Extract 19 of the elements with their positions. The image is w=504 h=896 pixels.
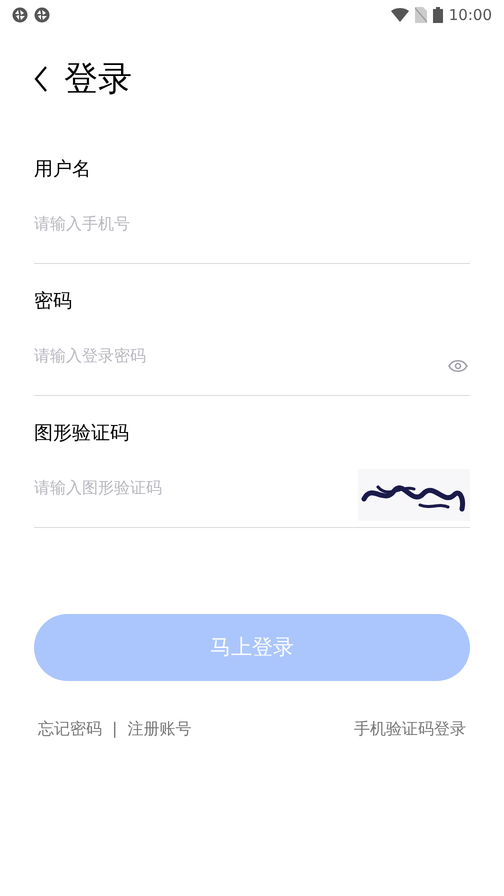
back-icon[interactable] (34, 66, 48, 92)
eye-icon[interactable] (448, 358, 468, 372)
separator: | (112, 718, 118, 740)
clock: 10:00 (448, 4, 492, 26)
page-title: 登录 (64, 62, 132, 96)
field-label: 图形验证码 (34, 424, 130, 443)
sms-login-link[interactable]: 手机验证码登录 (354, 717, 466, 741)
battery-icon (432, 7, 443, 23)
aperture-icon (12, 7, 28, 23)
wifi-icon (390, 8, 409, 22)
field-label: 密码 (34, 292, 73, 311)
aperture-icon (34, 7, 50, 23)
forgot-password-link[interactable]: 忘记密码 (38, 717, 102, 741)
input-field[interactable]: 请输入手机号 (34, 194, 470, 263)
input-field[interactable]: 请输入登录密码 (34, 326, 448, 395)
input-field[interactable]: 请输入图形验证码 (34, 458, 358, 527)
register-link[interactable]: 注册账号 (127, 717, 192, 741)
field-label: 用户名 (34, 160, 92, 179)
no-sim-icon (414, 7, 427, 23)
